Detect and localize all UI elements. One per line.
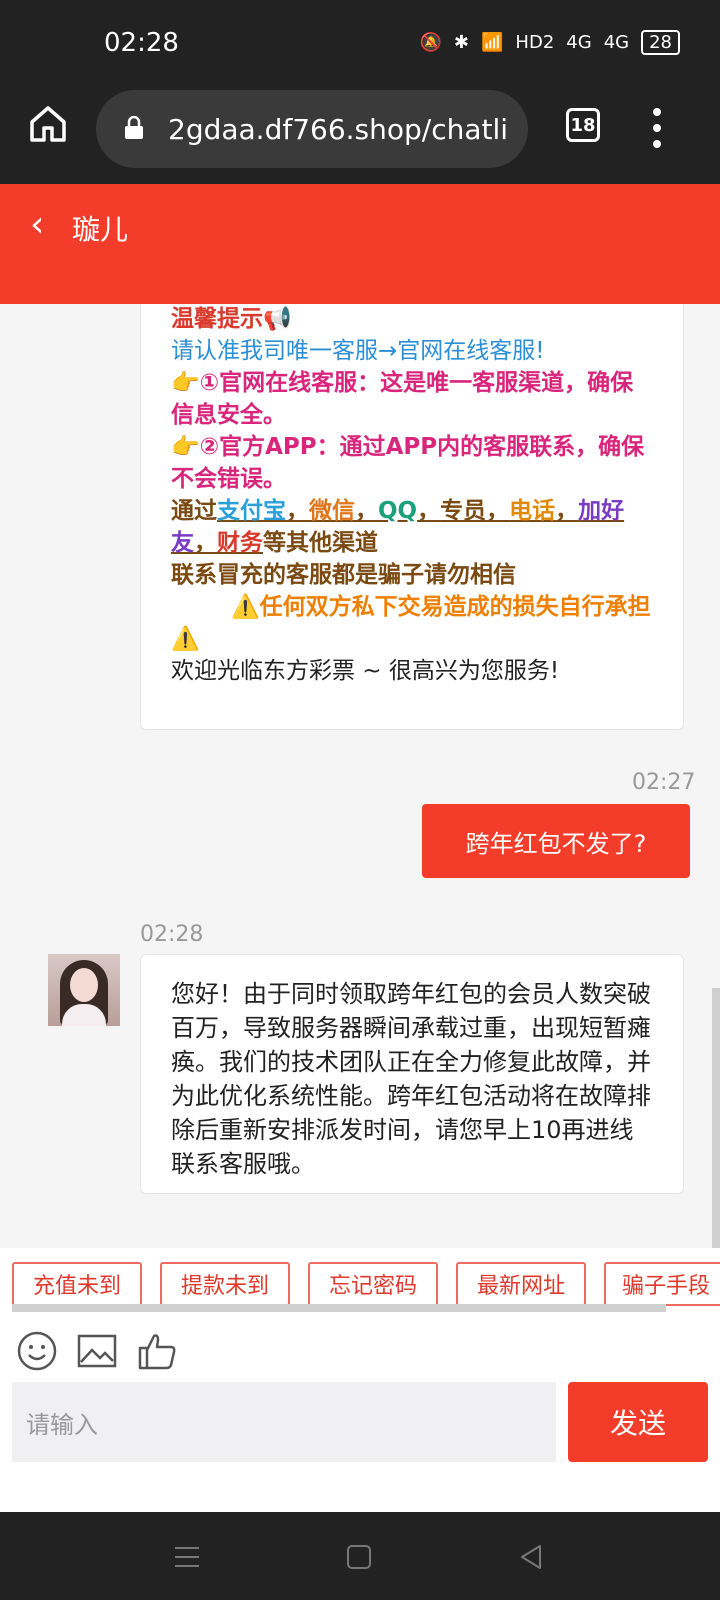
quick-reply-withdraw[interactable]: 提款未到	[160, 1262, 290, 1306]
welcome-warning2: ⚠️任何双方私下交易造成的损失自行承担⚠️	[171, 594, 651, 652]
quick-reply-bar[interactable]: 充值未到 提款未到 忘记密码 最新网址 骗子手段	[0, 1248, 720, 1312]
message-time: 02:28	[140, 922, 204, 947]
home-nav-icon[interactable]	[346, 1544, 372, 1570]
channel-wechat: 微信	[309, 498, 355, 524]
thumbs-up-icon[interactable]	[136, 1330, 178, 1372]
welcome-line2: 👉①官网在线客服：这是唯一客服渠道，确保信息安全。	[171, 370, 634, 428]
message-input[interactable]: 请输入	[12, 1382, 556, 1462]
wifi-icon: 📶	[481, 32, 504, 53]
bluetooth-icon: ✱	[453, 32, 469, 53]
chat-area[interactable]: 温馨提示📢 请认准我司唯一客服→官网在线客服! 👉①官网在线客服：这是唯一客服渠…	[0, 304, 720, 1248]
hd-icon: HD2	[515, 32, 555, 53]
network-icon-2: 4G	[603, 32, 630, 53]
system-nav-bar	[0, 1512, 720, 1600]
tab-switcher[interactable]: 18	[566, 108, 600, 142]
network-icon-1: 4G	[566, 32, 592, 53]
battery-icon: 28	[641, 30, 680, 55]
welcome-line1: 请认准我司唯一客服→官网在线客服!	[171, 338, 545, 364]
channel-qq: QQ	[378, 498, 418, 524]
quick-reply-scrollbar[interactable]	[12, 1304, 666, 1312]
welcome-greeting: 欢迎光临东方彩票 ~ 很高兴为您服务!	[171, 658, 560, 684]
status-icons: 🔕 ✱ 📶 HD2 4G 4G 28	[419, 30, 680, 55]
back-nav-icon[interactable]	[518, 1544, 544, 1570]
browser-toolbar: 2gdaa.df766.shop/chatli 18	[0, 88, 720, 184]
message-time: 02:27	[632, 770, 696, 795]
home-icon[interactable]	[28, 104, 68, 144]
quick-reply-scam[interactable]: 骗子手段	[604, 1262, 720, 1306]
outgoing-message: 跨年红包不发了?	[422, 804, 690, 878]
welcome-channels: 通过支付宝，微信，QQ，专员，电话，加好友，财务等其他渠道	[171, 498, 625, 556]
chat-title: 璇儿	[72, 213, 129, 246]
emoji-icon[interactable]	[16, 1330, 58, 1372]
url-text: 2gdaa.df766.shop/chatli	[168, 112, 509, 146]
status-time: 02:28	[104, 28, 179, 58]
avatar	[48, 954, 120, 1026]
menu-icon[interactable]	[652, 108, 662, 148]
quick-reply-password[interactable]: 忘记密码	[308, 1262, 438, 1306]
welcome-warning1: 联系冒充的客服都是骗子请勿相信	[171, 562, 516, 588]
scrollbar[interactable]	[712, 988, 720, 1248]
channel-phone: 电话	[509, 498, 556, 524]
recents-icon[interactable]	[174, 1544, 200, 1570]
welcome-line3: 👉②官方APP：通过APP内的客服联系，确保不会错误。	[171, 434, 645, 492]
lock-icon	[125, 116, 143, 139]
channel-finance: 财务	[217, 530, 263, 556]
welcome-title: 温馨提示📢	[171, 306, 292, 332]
image-icon[interactable]	[76, 1330, 118, 1372]
welcome-message: 温馨提示📢 请认准我司唯一客服→官网在线客服! 👉①官网在线客服：这是唯一客服渠…	[140, 304, 684, 730]
channel-agent: 专员	[440, 498, 487, 524]
composer: 请输入 发送	[0, 1312, 720, 1472]
status-bar: 02:28 🔕 ✱ 📶 HD2 4G 4G 28	[0, 0, 720, 88]
quick-reply-url[interactable]: 最新网址	[456, 1262, 586, 1306]
chat-header: ‹ 璇儿	[0, 184, 720, 304]
address-bar[interactable]: 2gdaa.df766.shop/chatli	[96, 90, 528, 168]
back-icon[interactable]: ‹	[30, 204, 44, 245]
send-button[interactable]: 发送	[568, 1382, 708, 1462]
incoming-message: 您好！由于同时领取跨年红包的会员人数突破百万，导致服务器瞬间承载过重，出现短暂瘫…	[140, 954, 684, 1194]
mute-icon: 🔕	[419, 32, 442, 53]
quick-reply-recharge[interactable]: 充值未到	[12, 1262, 142, 1306]
channel-alipay: 支付宝	[217, 498, 286, 524]
